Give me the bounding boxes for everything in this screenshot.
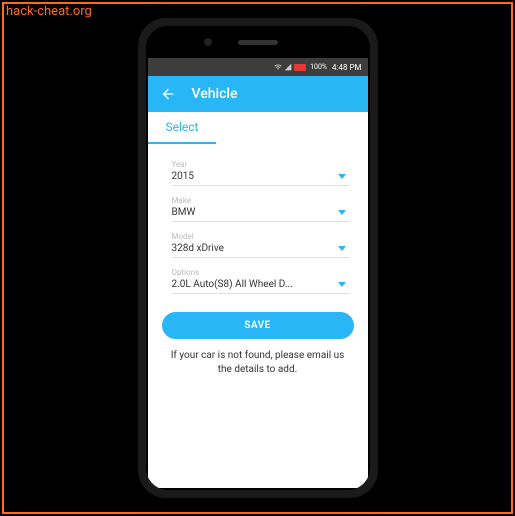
model-label: Model	[172, 232, 350, 241]
battery-icon	[294, 64, 306, 71]
phone-screen: 100% 4:48 PM Vehicle Select Year	[148, 58, 368, 488]
options-field[interactable]: Options 2.0L Auto(S8) All Wheel D...	[172, 268, 350, 294]
status-icons: 100% 4:48 PM	[274, 63, 361, 72]
phone-speaker	[238, 40, 278, 45]
page-title: Vehicle	[192, 86, 238, 102]
app-bar: Vehicle	[148, 76, 368, 112]
tab-select[interactable]: Select	[148, 112, 217, 144]
make-label: Make	[172, 196, 350, 205]
dropdown-icon	[338, 282, 346, 287]
options-value: 2.0L Auto(S8) All Wheel D...	[172, 279, 338, 290]
back-arrow-icon[interactable]	[160, 86, 176, 102]
phone-frame: 100% 4:48 PM Vehicle Select Year	[138, 18, 378, 498]
year-label: Year	[172, 160, 350, 169]
wifi-icon	[274, 63, 282, 71]
make-field[interactable]: Make BMW	[172, 196, 350, 222]
content-area: Select Year 2015 Make	[148, 112, 368, 377]
year-field[interactable]: Year 2015	[172, 160, 350, 186]
watermark-text: hack-cheat.org	[6, 4, 92, 19]
status-bar: 100% 4:48 PM	[148, 58, 368, 76]
save-button[interactable]: SAVE	[162, 312, 354, 339]
phone-inner: 100% 4:48 PM Vehicle Select Year	[146, 26, 370, 490]
dropdown-icon	[338, 210, 346, 215]
vehicle-form: Year 2015 Make BMW	[162, 152, 354, 302]
footer-help-text: If your car is not found, please email u…	[166, 349, 350, 377]
model-value: 328d xDrive	[172, 243, 338, 254]
dropdown-icon	[338, 246, 346, 251]
dropdown-icon	[338, 174, 346, 179]
signal-icon	[284, 63, 292, 71]
make-value: BMW	[172, 207, 338, 218]
status-time: 4:48 PM	[332, 63, 361, 72]
year-value: 2015	[172, 171, 338, 182]
battery-percent: 100%	[310, 63, 327, 71]
options-label: Options	[172, 268, 350, 277]
phone-camera	[204, 38, 212, 46]
model-field[interactable]: Model 328d xDrive	[172, 232, 350, 258]
